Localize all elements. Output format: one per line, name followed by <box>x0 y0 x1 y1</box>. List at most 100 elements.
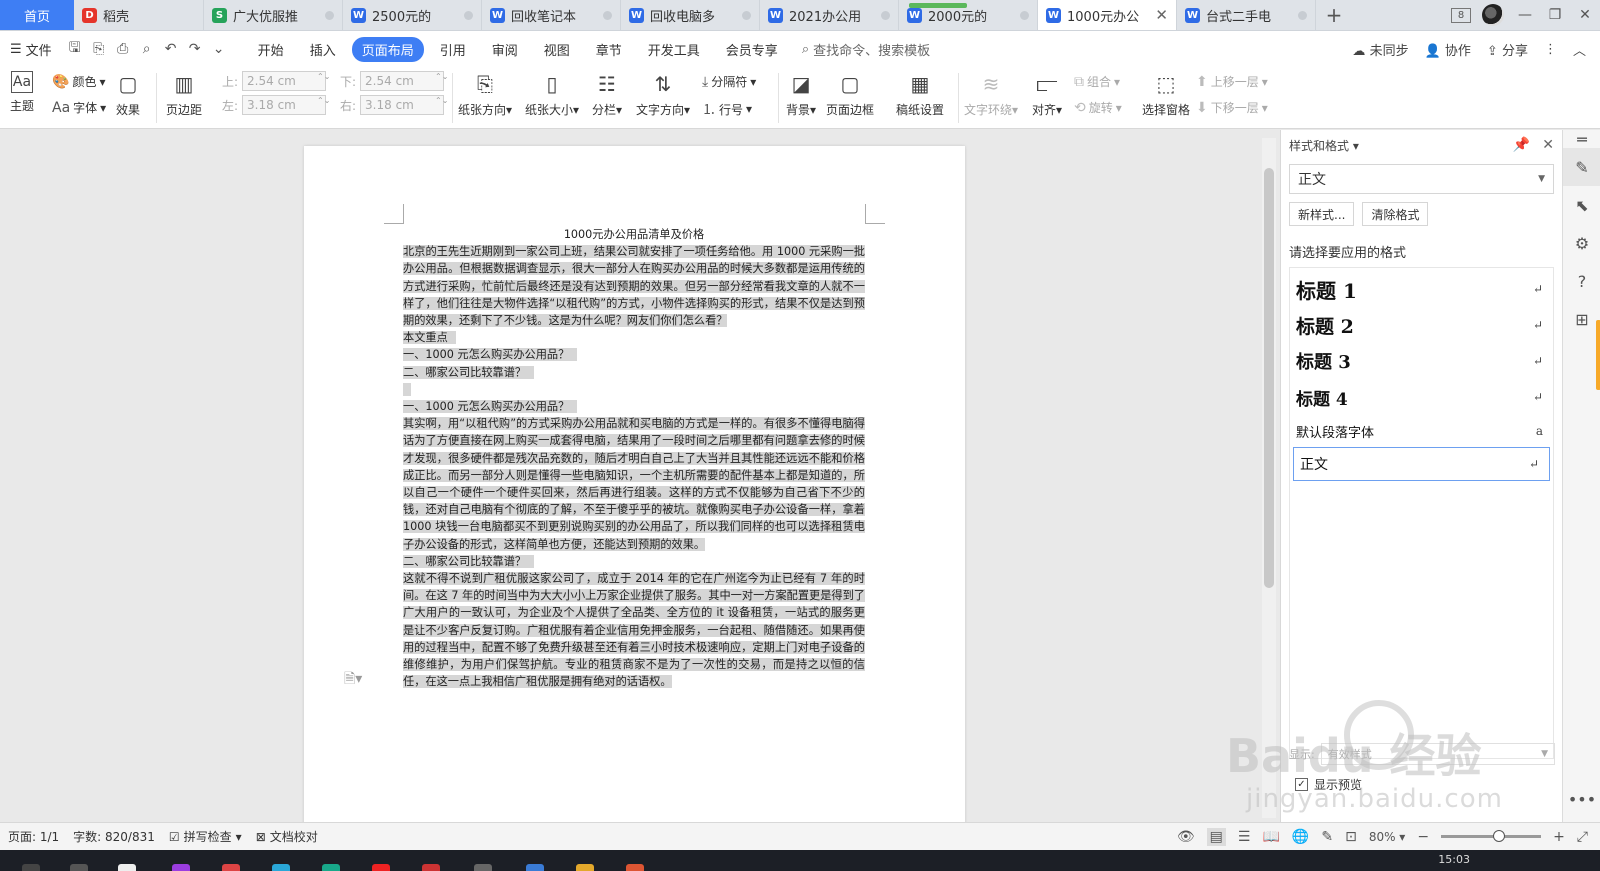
align-button[interactable]: ⫍ 对齐▾ <box>1032 71 1062 118</box>
tab-document[interactable]: W 回收笔记本 <box>482 0 621 30</box>
color-button[interactable]: 🎨 颜色 ▾ <box>52 73 105 90</box>
group-button[interactable]: ⧉ 组合 ▾ <box>1074 73 1120 90</box>
style-normal[interactable]: 正文 ↵ <box>1293 447 1550 481</box>
tab-document[interactable]: W 2000元的 <box>899 0 1038 30</box>
help-icon[interactable]: ? <box>1563 262 1600 300</box>
tab-document[interactable]: W 台式二手电 <box>1177 0 1316 30</box>
theme-button[interactable]: Aa 主题 <box>10 71 34 114</box>
style-default-font[interactable]: 默认段落字体 a <box>1290 415 1553 447</box>
pin-icon[interactable]: 📌 <box>1513 137 1530 153</box>
outline-view-icon[interactable]: ☰ <box>1238 829 1251 845</box>
taskbar-app-icon[interactable] <box>526 864 544 871</box>
margin-top-input[interactable]: 2.54 cm <box>242 71 327 91</box>
more-options-icon[interactable]: ••• <box>1563 780 1600 818</box>
web-view-icon[interactable]: 🌐 <box>1292 829 1309 845</box>
style-heading-1[interactable]: 标题 1 ↵ <box>1290 271 1553 307</box>
minimize-icon[interactable]: — <box>1510 0 1540 30</box>
line-numbers-button[interactable]: ⒈ 行号 ▾ <box>702 99 752 119</box>
current-style-select[interactable]: 正文 ▼ <box>1289 164 1554 194</box>
margin-left-input[interactable]: 3.18 cm <box>242 95 327 115</box>
style-brush-icon[interactable]: ✎ <box>1563 148 1600 186</box>
taskbar-app-icon[interactable] <box>372 864 390 871</box>
taskbar-app-icon[interactable] <box>626 864 644 871</box>
page-view-icon[interactable]: ▤ <box>1206 827 1226 846</box>
show-preview-checkbox[interactable]: ✓ <box>1295 778 1308 791</box>
rotate-button[interactable]: ⟲ 旋转 ▾ <box>1074 99 1122 116</box>
taskbar-app-icon[interactable] <box>118 864 136 871</box>
tab-references[interactable]: 引用 <box>430 37 476 62</box>
share-button[interactable]: ⇪ 分享 <box>1487 40 1528 59</box>
tab-developer[interactable]: 开发工具 <box>638 37 710 62</box>
taskbar-app-icon[interactable] <box>22 864 40 871</box>
scrollbar-thumb[interactable] <box>1264 168 1274 588</box>
style-heading-4[interactable]: 标题 4 ↵ <box>1290 379 1553 415</box>
zoom-slider-knob[interactable] <box>1493 830 1506 842</box>
collapse-ribbon-icon[interactable]: ︿ <box>1573 40 1586 59</box>
drag-handle-icon[interactable]: ═ <box>1563 130 1600 149</box>
margins-button[interactable]: ▥ 页边距 <box>166 71 202 118</box>
file-menu[interactable]: ☰ 文件 <box>10 40 52 59</box>
show-preview[interactable]: ✓ 显示预览 <box>1295 776 1362 793</box>
tab-document[interactable]: W 2021办公用 <box>760 0 899 30</box>
page-count[interactable]: 页面: 1/1 <box>8 828 59 845</box>
tab-document[interactable]: S 广大优服推 <box>204 0 343 30</box>
margin-right-input[interactable]: 3.18 cm <box>360 95 445 115</box>
tab-review[interactable]: 审阅 <box>482 37 528 62</box>
spell-check[interactable]: ☑ 拼写检查 ▾ <box>169 828 242 845</box>
tab-view[interactable]: 视图 <box>534 37 580 62</box>
close-panel-icon[interactable]: ✕ <box>1542 137 1554 153</box>
taskbar-app-icon[interactable] <box>322 864 340 871</box>
export-pdf-icon[interactable]: ⎘ <box>90 41 108 57</box>
paragraph-options-icon[interactable]: 🗎▾ <box>344 668 362 692</box>
tab-home-ribbon[interactable]: 开始 <box>248 37 294 62</box>
effect-button[interactable]: ▢ 效果 <box>114 71 142 118</box>
clear-format-button[interactable]: 清除格式 <box>1362 202 1429 226</box>
taskbar-app-icon[interactable] <box>172 864 190 871</box>
manuscript-button[interactable]: ▦ 稿纸设置 <box>896 71 944 118</box>
more-icon[interactable]: ⋮ <box>1544 42 1557 57</box>
tab-document-active[interactable]: W 1000元办公 ✕ <box>1038 0 1177 30</box>
side-tab-handle[interactable] <box>1596 320 1600 390</box>
tab-insert[interactable]: 插入 <box>300 37 346 62</box>
backup-icon[interactable]: ⊞ <box>1563 300 1600 338</box>
page-border-button[interactable]: ▢ 页面边框 <box>826 71 874 118</box>
pen-icon[interactable]: ✎ <box>1321 829 1333 845</box>
send-backward-button[interactable]: ⬇ 下移一层 ▾ <box>1196 99 1268 116</box>
style-heading-3[interactable]: 标题 3 ↵ <box>1290 343 1553 379</box>
properties-icon[interactable]: ⚙ <box>1563 224 1600 262</box>
window-count-button[interactable]: 8 <box>1446 0 1476 30</box>
new-style-button[interactable]: 新样式... <box>1289 202 1355 226</box>
zoom-out-icon[interactable]: − <box>1417 829 1429 845</box>
restore-icon[interactable]: ❐ <box>1540 0 1570 30</box>
collaborate-button[interactable]: 👤 协作 <box>1425 40 1471 59</box>
eye-protection-icon[interactable]: 👁 <box>1177 829 1195 845</box>
document-body[interactable]: 1000元办公用品清单及价格 北京的王先生近期刚到一家公司上班，结果公司就安排了… <box>403 226 865 690</box>
tab-daoke[interactable]: D 稻壳 <box>74 0 204 30</box>
zoom-slider[interactable] <box>1441 830 1542 842</box>
avatar[interactable] <box>1482 4 1504 26</box>
zoom-in-icon[interactable]: + <box>1553 829 1565 845</box>
show-filter-select[interactable]: 有效样式 ▼ <box>1320 743 1555 765</box>
sync-button[interactable]: ☁ 未同步 <box>1352 40 1408 59</box>
panel-title[interactable]: 样式和格式 ▾ <box>1289 137 1359 154</box>
font-button[interactable]: Aa 字体 ▾ <box>52 99 106 116</box>
tab-chapter[interactable]: 章节 <box>586 37 632 62</box>
columns-button[interactable]: ☷ 分栏▾ <box>592 71 622 118</box>
taskbar-app-icon[interactable] <box>576 864 594 871</box>
bring-forward-button[interactable]: ⬆ 上移一层 ▾ <box>1196 73 1268 90</box>
margin-bottom-input[interactable]: 2.54 cm <box>360 71 445 91</box>
selection-pane-button[interactable]: ⬚ 选择窗格 <box>1142 71 1190 118</box>
taskbar-app-icon[interactable] <box>70 864 88 871</box>
undo-icon[interactable]: ↶ <box>162 41 180 57</box>
tab-home[interactable]: 首页 <box>0 0 74 30</box>
print-preview-icon[interactable]: ⌕ <box>138 41 156 57</box>
vertical-scrollbar[interactable] <box>1262 138 1276 818</box>
taskbar-app-icon[interactable] <box>272 864 290 871</box>
taskbar-app-icon[interactable] <box>222 864 240 871</box>
breaks-button[interactable]: ⤓ 分隔符 ▾ <box>702 73 756 90</box>
new-tab-button[interactable]: + <box>1316 0 1352 30</box>
background-button[interactable]: ◪ 背景▾ <box>786 71 816 118</box>
orientation-button[interactable]: ⎘ 纸张方向▾ <box>458 71 512 118</box>
word-count[interactable]: 字数: 820/831 <box>73 828 155 845</box>
tab-member[interactable]: 会员专享 <box>716 37 788 62</box>
